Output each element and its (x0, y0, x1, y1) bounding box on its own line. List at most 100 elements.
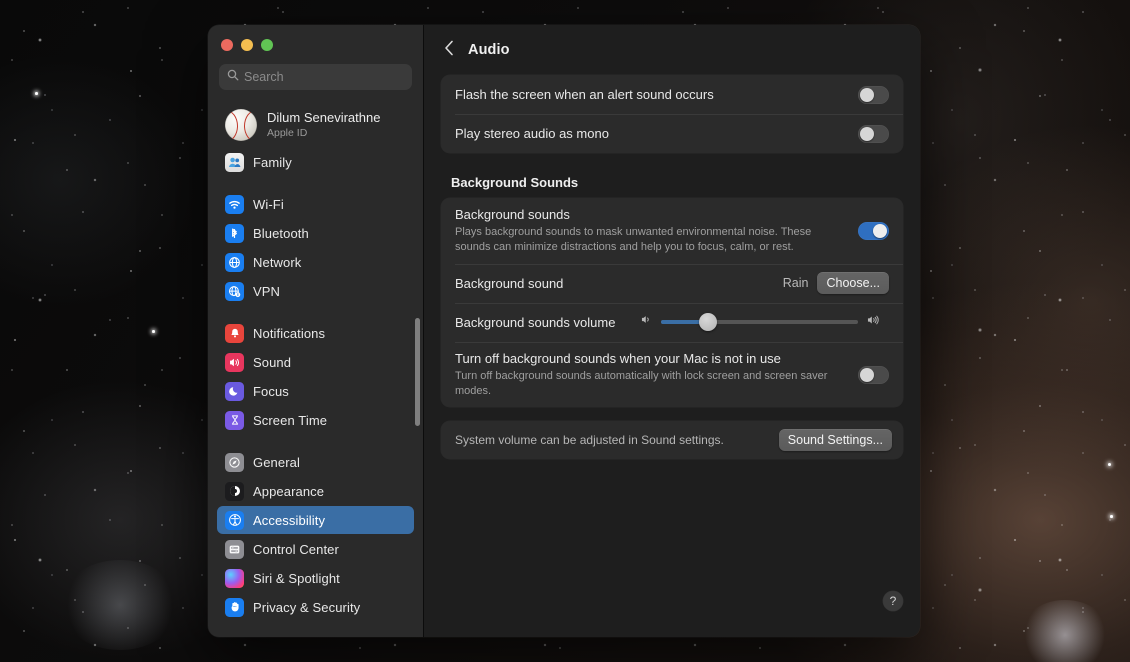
row-text-block: Background sounds Plays background sound… (455, 198, 858, 264)
volume-slider-track[interactable] (661, 320, 858, 324)
avatar (225, 109, 257, 141)
background-sounds-card: Background sounds Plays background sound… (441, 198, 903, 407)
help-button[interactable]: ? (883, 591, 903, 611)
sidebar-item-network[interactable]: Network (217, 248, 414, 276)
vpn-icon (225, 282, 244, 301)
row-turn-off-when-not-in-use[interactable]: Turn off background sounds when your Mac… (441, 342, 903, 408)
sidebar-item-label: Accessibility (253, 513, 325, 528)
minimize-button[interactable] (241, 39, 253, 51)
account-name: Dilum Senevirathne (267, 111, 380, 126)
search-input[interactable] (244, 70, 404, 84)
system-settings-window: Dilum Senevirathne Apple ID (208, 25, 920, 637)
sidebar-item-accessibility[interactable]: Accessibility (217, 506, 414, 534)
account-subtitle: Apple ID (267, 127, 380, 139)
row-background-sound-choose[interactable]: Background sound Rain Choose... (441, 264, 903, 303)
sidebar-item-notifications[interactable]: Notifications (217, 319, 414, 347)
row-description: Turn off background sounds automatically… (455, 369, 835, 399)
close-button[interactable] (221, 39, 233, 51)
row-flash-screen-alert[interactable]: Flash the screen when an alert sound occ… (441, 75, 903, 114)
volume-slider-thumb[interactable] (699, 313, 717, 331)
page-title: Audio (468, 42, 510, 58)
zoom-button[interactable] (261, 39, 273, 51)
sidebar-item-label: Screen Time (253, 413, 327, 428)
sidebar-item-label: Appearance (253, 484, 324, 499)
sidebar-group-preferences: General Appearance (208, 448, 423, 621)
sidebar-item-family[interactable]: Family (217, 148, 414, 176)
sidebar-item-general[interactable]: General (217, 448, 414, 476)
sidebar-scrollbar[interactable] (415, 318, 420, 426)
sidebar-item-label: Control Center (253, 542, 339, 557)
sidebar: Dilum Senevirathne Apple ID (208, 25, 424, 637)
nebula-glow-lower-left (60, 560, 180, 650)
network-icon (225, 253, 244, 272)
flash-screen-toggle[interactable] (858, 86, 889, 104)
toggle-knob (873, 224, 887, 238)
row-description: Plays background sounds to mask unwanted… (455, 225, 835, 255)
row-text-block: Turn off background sounds when your Mac… (455, 342, 858, 408)
row-label: Background sound (455, 276, 783, 291)
nebula-glow-right (1020, 600, 1110, 662)
bright-star-a (1108, 463, 1111, 466)
chevron-left-icon (444, 40, 455, 61)
wifi-icon (225, 195, 244, 214)
row-label: Turn off background sounds when your Mac… (455, 351, 858, 366)
sidebar-item-label: Notifications (253, 326, 325, 341)
sidebar-item-vpn[interactable]: VPN (217, 277, 414, 305)
sidebar-item-siri-spotlight[interactable]: Siri & Spotlight (217, 564, 414, 592)
notifications-icon (225, 324, 244, 343)
focus-icon (225, 382, 244, 401)
bluetooth-icon (225, 224, 244, 243)
row-background-sounds-enable[interactable]: Background sounds Plays background sound… (441, 198, 903, 264)
sidebar-item-label: Privacy & Security (253, 600, 360, 615)
sidebar-item-label: Siri & Spotlight (253, 571, 340, 586)
turn-off-when-idle-toggle[interactable] (858, 366, 889, 384)
sidebar-item-sound[interactable]: Sound (217, 348, 414, 376)
stereo-as-mono-toggle[interactable] (858, 125, 889, 143)
row-stereo-as-mono[interactable]: Play stereo audio as mono (441, 114, 903, 153)
sidebar-group-system: Notifications Sound (208, 319, 423, 434)
siri-icon (225, 569, 244, 588)
accessibility-icon (225, 511, 244, 530)
sidebar-item-label: Bluetooth (253, 226, 309, 241)
background-sound-value: Rain (783, 276, 809, 290)
sidebar-item-privacy-security[interactable]: Privacy & Security (217, 593, 414, 621)
sidebar-item-label: Network (253, 255, 301, 270)
sidebar-divider-3 (208, 435, 423, 448)
sidebar-item-focus[interactable]: Focus (217, 377, 414, 405)
audio-options-card: Flash the screen when an alert sound occ… (441, 75, 903, 153)
desktop: Dilum Senevirathne Apple ID (0, 0, 1130, 662)
sidebar-divider-2 (208, 306, 423, 319)
sidebar-item-control-center[interactable]: Control Center (217, 535, 414, 563)
row-label: Background sounds volume (455, 315, 632, 330)
toggle-knob (860, 368, 874, 382)
toggle-knob (860, 88, 874, 102)
sidebar-item-label: Family (253, 155, 292, 170)
toggle-knob (860, 127, 874, 141)
main-pane: Audio Flash the screen when an alert sou… (424, 25, 920, 637)
sound-icon (225, 353, 244, 372)
choose-button[interactable]: Choose... (817, 272, 889, 294)
sidebar-item-apple-id[interactable]: Dilum Senevirathne Apple ID (217, 104, 414, 146)
sidebar-item-wifi[interactable]: Wi-Fi (217, 190, 414, 218)
volume-slider-group[interactable] (632, 313, 889, 332)
sound-settings-card: System volume can be adjusted in Sound s… (441, 421, 903, 459)
sidebar-item-appearance[interactable]: Appearance (217, 477, 414, 505)
sidebar-item-bluetooth[interactable]: Bluetooth (217, 219, 414, 247)
family-icon (225, 153, 244, 172)
sidebar-group-family: Family (208, 148, 423, 176)
row-background-sounds-volume[interactable]: Background sounds volume (441, 303, 903, 342)
sidebar-group-network: Wi-Fi Bluetooth (208, 190, 423, 305)
sidebar-item-screen-time[interactable]: Screen Time (217, 406, 414, 434)
footer-note: System volume can be adjusted in Sound s… (455, 433, 779, 447)
sidebar-scroll-area: Dilum Senevirathne Apple ID (208, 98, 423, 637)
sidebar-divider-1 (208, 177, 423, 190)
row-label: Flash the screen when an alert sound occ… (455, 87, 858, 102)
appearance-icon (225, 482, 244, 501)
bright-star-c (35, 92, 38, 95)
back-button[interactable] (438, 38, 460, 62)
sound-settings-button[interactable]: Sound Settings... (779, 429, 892, 451)
account-text: Dilum Senevirathne Apple ID (267, 111, 380, 139)
search-field[interactable] (219, 64, 412, 90)
background-sounds-toggle[interactable] (858, 222, 889, 240)
speaker-low-icon (640, 313, 653, 331)
